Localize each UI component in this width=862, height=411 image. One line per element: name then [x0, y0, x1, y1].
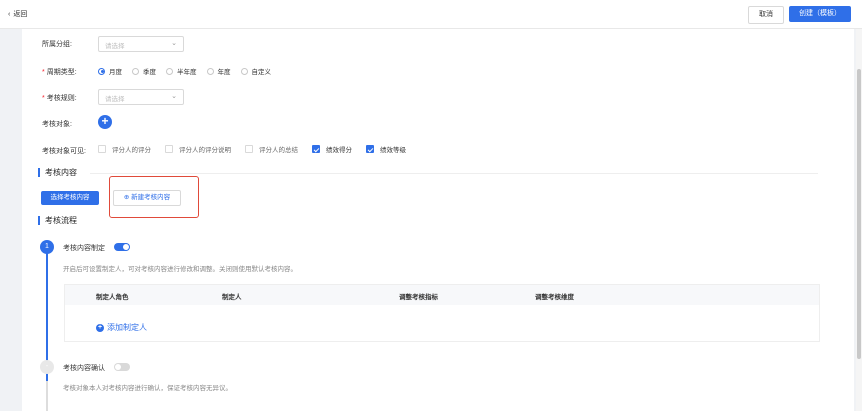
visible-checkbox-group: 评分人的评分 评分人的评分说明 评分人的总结 绩效得分 绩效等级 — [98, 144, 420, 154]
checkbox-label: 评分人的评分 — [112, 147, 151, 154]
checkbox-box — [245, 145, 253, 153]
create-template-button[interactable]: 创建（模板） — [789, 6, 851, 22]
checkbox-label: 评分人的总结 — [259, 147, 298, 154]
add-maker-button[interactable]: + 添加制定人 — [96, 322, 147, 333]
radio-label: 自定义 — [251, 69, 272, 76]
top-bar: ‹ 返回 取消 创建（模板） — [0, 0, 862, 29]
checkbox-performance-grade[interactable]: 绩效等级 — [366, 144, 406, 154]
select-content-button[interactable]: 选择考核内容 — [41, 191, 99, 205]
table-header-cell: 调整考核指标 — [399, 294, 438, 301]
radio-label: 季度 — [143, 69, 156, 76]
rule-select[interactable]: 请选择 ⌄ — [98, 89, 184, 105]
checkbox-box — [165, 145, 173, 153]
checkbox-rater-summary[interactable]: 评分人的总结 — [245, 144, 298, 154]
step-1-toggle[interactable] — [114, 243, 130, 251]
cancel-button[interactable]: 取消 — [748, 6, 784, 24]
step-2-toggle[interactable] — [114, 363, 130, 371]
radio-label: 月度 — [109, 69, 122, 76]
table-header-cell: 制定人角色 — [96, 294, 129, 301]
chevron-left-icon: ‹ — [8, 11, 11, 18]
add-target-button[interactable]: + — [98, 115, 112, 129]
table-header-row: 制定人角色 制定人 调整考核指标 调整考核维度 — [65, 285, 819, 305]
radio-quarterly[interactable]: 季度 — [132, 66, 156, 76]
main-panel: 所属分组: 请选择 ⌄ * 周期类型: 月度 季度 半年度 年度 自定义 * 考核规… — [22, 29, 854, 411]
cycle-type-label: * 周期类型: — [42, 67, 77, 77]
step-connector — [46, 381, 48, 411]
checkbox-rater-score[interactable]: 评分人的评分 — [98, 144, 151, 154]
checkbox-rater-comment[interactable]: 评分人的评分说明 — [165, 144, 231, 154]
checkbox-performance-score[interactable]: 绩效得分 — [312, 144, 352, 154]
checkbox-label: 绩效得分 — [326, 147, 352, 154]
toggle-knob — [115, 364, 121, 370]
section-divider — [90, 173, 818, 174]
radio-custom[interactable]: 自定义 — [240, 66, 272, 76]
radio-dot — [240, 67, 248, 75]
maker-table: 制定人角色 制定人 调整考核指标 调整考核维度 + 添加制定人 — [64, 284, 820, 342]
radio-dot — [166, 67, 173, 75]
step-number-2: - — [40, 360, 54, 374]
back-label: 返回 — [13, 11, 28, 18]
flow-section-title: 考核流程 — [38, 216, 77, 225]
vertical-scrollbar[interactable] — [856, 29, 862, 411]
rule-label-text: 考核规则: — [46, 95, 77, 102]
checkbox-label: 评分人的评分说明 — [179, 147, 231, 154]
required-mark: * — [42, 95, 45, 102]
group-label: 所属分组: — [42, 41, 72, 48]
table-header-cell: 制定人 — [222, 294, 242, 301]
target-label: 考核对象: — [42, 121, 72, 128]
group-select-placeholder: 请选择 — [105, 43, 125, 50]
step-desc-1: 开启后可设置制定人，可对考核内容进行修改和调整。关闭则使用默认考核内容。 — [63, 266, 297, 273]
step-desc-2: 考核对象本人对考核内容进行确认，保证考核内容无异议。 — [63, 385, 232, 392]
scrollbar-thumb[interactable] — [857, 69, 861, 359]
plus-circle-icon: + — [96, 323, 104, 332]
highlight-annotation — [109, 176, 199, 218]
cycle-type-radio-group: 月度 季度 半年度 年度 自定义 — [98, 65, 281, 77]
checkbox-box-checked — [366, 145, 374, 153]
chevron-down-icon: ⌄ — [171, 93, 177, 100]
add-maker-label: 添加制定人 — [107, 323, 147, 332]
radio-half-year[interactable]: 半年度 — [166, 66, 197, 76]
step-title-1: 考核内容制定 — [63, 245, 105, 252]
radio-dot — [206, 67, 214, 75]
checkbox-box — [98, 145, 106, 153]
group-select[interactable]: 请选择 ⌄ — [98, 36, 184, 52]
radio-label: 年度 — [217, 69, 231, 76]
back-button[interactable]: ‹ 返回 — [8, 9, 27, 19]
content-section-title: 考核内容 — [38, 168, 77, 177]
rule-label: * 考核规则: — [42, 93, 77, 103]
chevron-down-icon: ⌄ — [171, 40, 177, 47]
toggle-knob — [123, 244, 129, 250]
radio-dot-selected — [98, 67, 105, 75]
radio-yearly[interactable]: 年度 — [206, 66, 231, 76]
radio-dot — [132, 67, 139, 75]
step-title-2: 考核内容确认 — [63, 365, 105, 372]
step-number-1: 1 — [40, 240, 54, 254]
radio-monthly[interactable]: 月度 — [98, 66, 122, 76]
visible-label: 考核对象可见: — [42, 148, 86, 155]
plus-icon: + — [101, 114, 109, 128]
cycle-type-label-text: 周期类型: — [46, 69, 77, 76]
checkbox-box-checked — [312, 145, 320, 153]
table-header-cell: 调整考核维度 — [535, 294, 574, 301]
rule-select-placeholder: 请选择 — [105, 96, 125, 103]
checkbox-label: 绩效等级 — [380, 147, 406, 154]
required-mark: * — [42, 69, 45, 76]
radio-label: 半年度 — [177, 69, 197, 76]
